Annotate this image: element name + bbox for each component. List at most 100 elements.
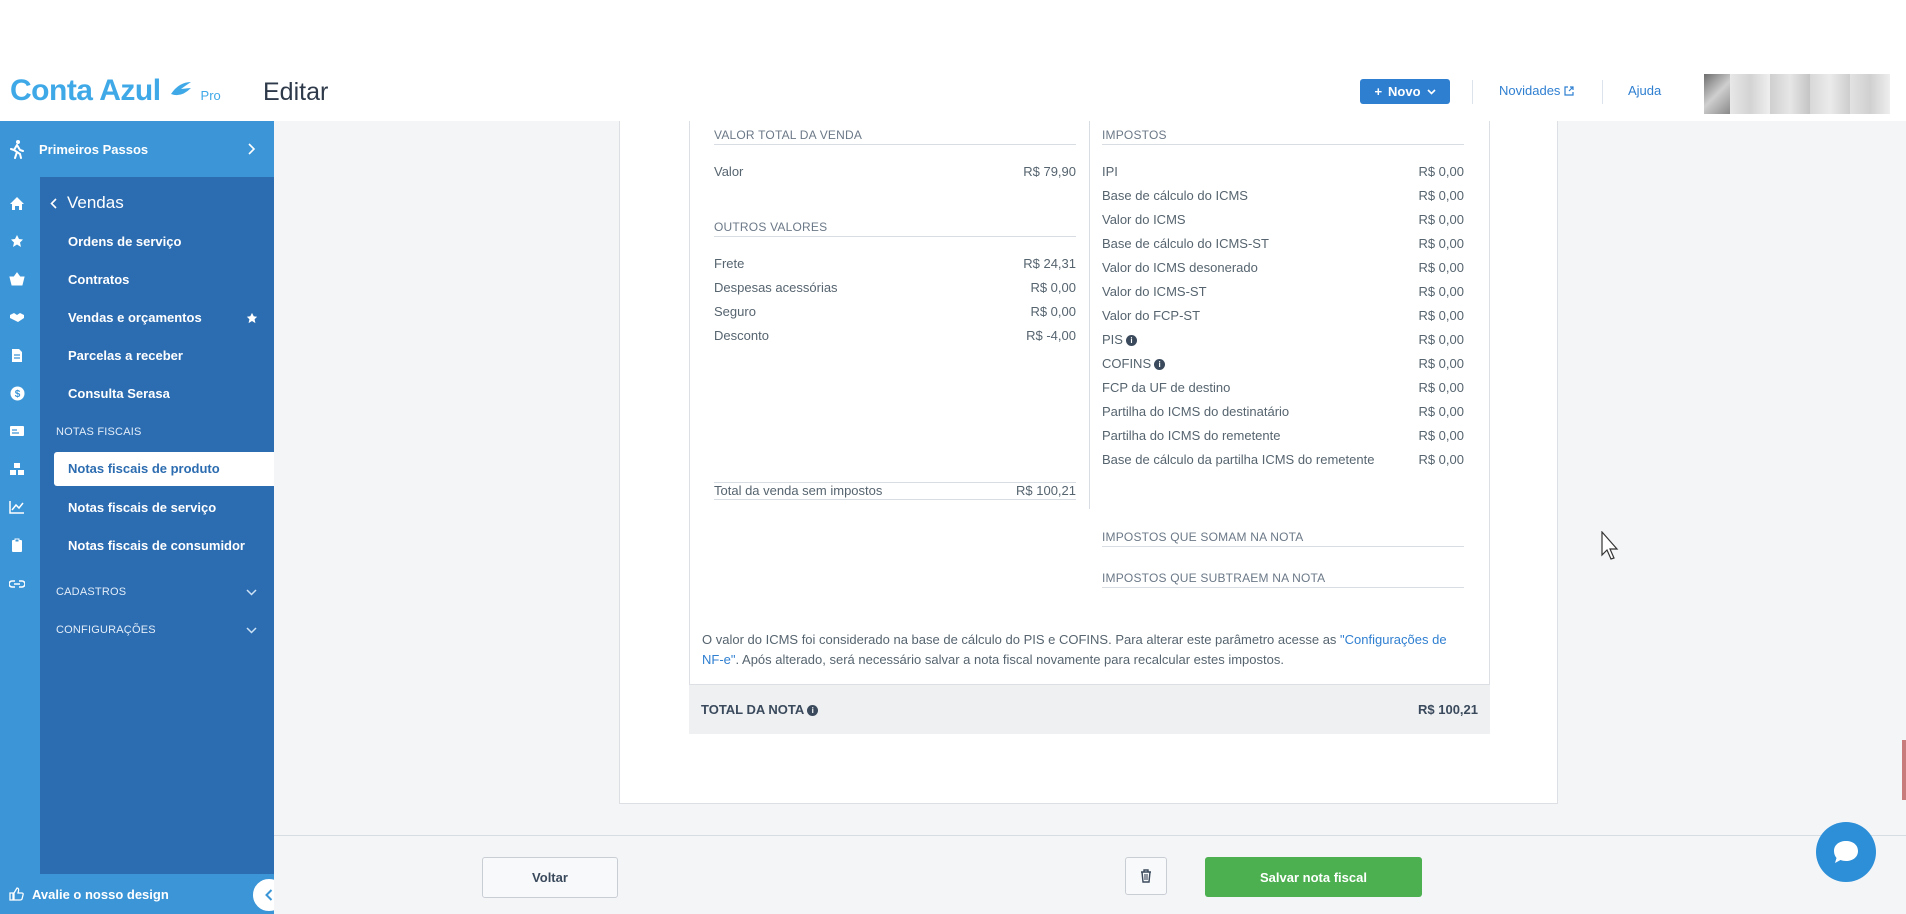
clipboard-icon[interactable] [8,536,26,554]
table-row: Valor do ICMS-ST R$ 0,00 [1102,284,1464,299]
salvar-nota-button[interactable]: Salvar nota fiscal [1205,857,1422,897]
table-row: IPI R$ 0,00 [1102,164,1464,179]
top-header: Conta Azul Pro Editar + Novo Novidades A… [0,0,1906,121]
external-link-icon [1564,85,1575,96]
sidebar-configuracoes[interactable]: CONFIGURAÇÕES [56,624,156,636]
row-value: R$ 0,00 [1418,212,1464,227]
sidebar-item-ordens[interactable]: Ordens de serviço [68,234,181,249]
sidebar-item-notas-consumidor[interactable]: Notas fiscais de consumidor [68,538,245,553]
chat-button[interactable] [1816,822,1876,882]
table-row: FCP da UF de destino R$ 0,00 [1102,380,1464,395]
row-label: Valor do FCP-ST [1102,308,1201,323]
total-nota-label: TOTAL DA NOTA i [701,702,819,717]
row-label-wrap: IPI [1102,164,1118,179]
row-value: R$ 0,00 [1030,280,1076,295]
row-value: R$ 0,00 [1418,308,1464,323]
table-row: Partilha do ICMS do remetente R$ 0,00 [1102,428,1464,443]
sidebar-item-notas-servico[interactable]: Notas fiscais de serviço [68,500,216,515]
table-row: Desconto R$ -4,00 [714,328,1076,343]
row-label: Seguro [714,304,756,319]
primeiros-passos-button[interactable]: Primeiros Passos [0,121,274,177]
user-avatar-blurred[interactable] [1704,74,1890,114]
scrollbar-edge [1902,740,1906,800]
document-icon[interactable] [8,346,26,364]
chart-icon[interactable] [8,498,26,516]
row-label-wrap: COFINS i [1102,356,1166,371]
conta-azul-logo[interactable]: Conta Azul Pro [10,74,221,108]
row-value: R$ 0,00 [1418,164,1464,179]
chevron-right-icon [248,143,256,155]
thumbs-up-icon [9,887,24,901]
sidebar-item-notas-produto[interactable]: Notas fiscais de produto [54,452,274,486]
row-label-wrap: Valor do FCP-ST [1102,308,1200,323]
info-icon[interactable]: i [1154,359,1166,370]
row-label: Despesas acessórias [714,280,838,295]
boxes-icon[interactable] [8,460,26,478]
header-divider [1472,80,1473,104]
chat-bubble-icon [1834,841,1858,863]
sidebar-cadastros[interactable]: CADASTROS [56,586,126,598]
table-row: Valor do ICMS R$ 0,00 [1102,212,1464,227]
row-label-wrap: FCP da UF de destino [1102,380,1230,395]
novidades-link[interactable]: Novidades [1499,83,1575,98]
rate-design-button[interactable]: Avalie o nosso design [0,874,274,914]
star-icon[interactable] [8,232,26,250]
row-value: R$ 79,90 [1023,164,1076,179]
ajuda-label: Ajuda [1628,83,1662,98]
sidebar-item-contratos[interactable]: Contratos [68,272,129,287]
delete-button[interactable] [1125,857,1167,895]
handshake-icon[interactable] [8,308,26,326]
valor-row: Valor R$ 79,90 [714,164,1076,179]
novo-button[interactable]: + Novo [1360,79,1450,104]
row-value: R$ 0,00 [1418,284,1464,299]
row-value: R$ 0,00 [1418,404,1464,419]
page-title: Editar [263,78,329,106]
sidebar-back-vendas[interactable]: Vendas [50,193,124,213]
voltar-button[interactable]: Voltar [482,857,618,898]
dollar-icon[interactable]: $ [8,384,26,402]
basket-icon[interactable] [8,270,26,288]
note-text: O valor do ICMS foi considerado na base … [702,632,1341,647]
row-label: Valor do ICMS-ST [1102,284,1207,299]
chevron-down-icon[interactable] [246,589,257,596]
sidebar-item-serasa[interactable]: Consulta Serasa [68,386,170,401]
impostos-somam-title: IMPOSTOS QUE SOMAM NA NOTA [1102,530,1464,547]
sidebar-heading-notas: NOTAS FISCAIS [56,426,142,438]
table-row: Base de cálculo do ICMS R$ 0,00 [1102,188,1464,203]
sidebar-section-title: Vendas [67,193,124,212]
row-label: Frete [714,256,745,271]
row-label: FCP da UF de destino [1102,380,1231,395]
row-value: R$ 0,00 [1418,428,1464,443]
row-value: R$ -4,00 [1026,328,1076,343]
info-icon[interactable]: i [1125,335,1137,346]
outros-valores-title: OUTROS VALORES [714,220,1076,237]
primeiros-passos-label: Primeiros Passos [39,141,149,157]
logo-text: Conta Azul [10,74,161,107]
table-row: Base de cálculo do ICMS-ST R$ 0,00 [1102,236,1464,251]
sidebar-item-vendas-orcamentos[interactable]: Vendas e orçamentos [68,310,202,325]
row-value: R$ 0,00 [1418,236,1464,251]
svg-text:$: $ [14,389,20,400]
chevron-down-icon[interactable] [246,627,257,634]
favorite-star-icon[interactable] [246,312,258,324]
sidebar-item-parcelas[interactable]: Parcelas a receber [68,348,183,363]
row-label-wrap: Valor do ICMS desonerado [1102,260,1258,275]
table-row: Frete R$ 24,31 [714,256,1076,271]
chevron-left-icon [50,197,57,209]
column-divider [1089,121,1090,509]
link-icon[interactable] [8,574,26,592]
table-row: PIS i R$ 0,00 [1102,332,1464,347]
chevron-left-icon [265,889,273,901]
ajuda-link[interactable]: Ajuda [1628,83,1661,98]
info-icon[interactable]: i [807,705,819,716]
home-icon[interactable] [8,194,26,212]
row-label-wrap: Base de cálculo do ICMS [1102,188,1248,203]
row-label-wrap: Partilha do ICMS do destinatário [1102,404,1289,419]
impostos-subtraem-title: IMPOSTOS QUE SUBTRAEM NA NOTA [1102,571,1464,588]
table-row: Partilha do ICMS do destinatário R$ 0,00 [1102,404,1464,419]
plus-icon: + [1374,84,1383,99]
icms-note: O valor do ICMS foi considerado na base … [702,630,1465,670]
chevron-down-icon [1426,88,1436,95]
table-row: Seguro R$ 0,00 [714,304,1076,319]
card-icon[interactable] [8,422,26,440]
